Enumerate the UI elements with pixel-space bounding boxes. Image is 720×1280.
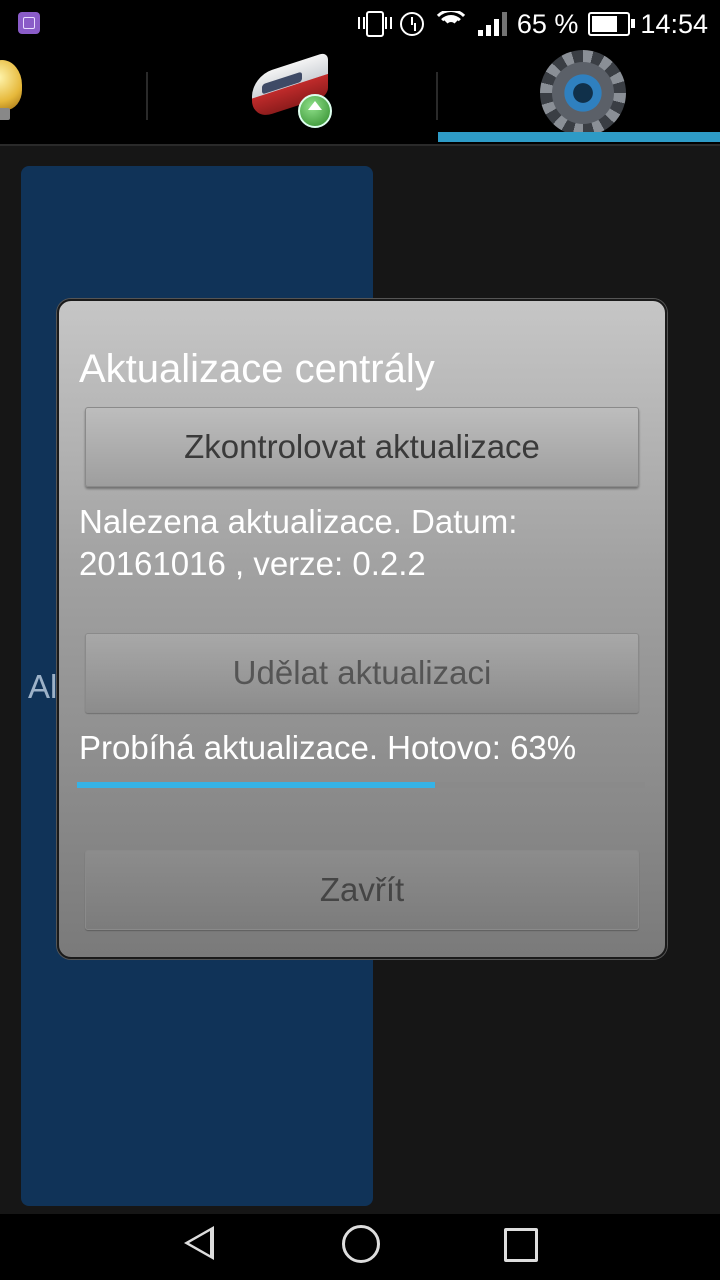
status-bar: 65 % 14:54 bbox=[0, 0, 720, 48]
selected-tab-indicator bbox=[438, 132, 720, 142]
progress-bar-fill bbox=[77, 782, 435, 788]
battery-percent: 65 % bbox=[516, 8, 579, 39]
navigation-bar bbox=[0, 1214, 720, 1280]
recent-apps-icon[interactable] bbox=[504, 1228, 538, 1262]
wifi-icon bbox=[433, 11, 468, 37]
signal-icon bbox=[477, 12, 507, 36]
tab-settings[interactable] bbox=[438, 48, 720, 144]
tab-lights[interactable] bbox=[0, 48, 146, 144]
lightbulb-icon bbox=[0, 60, 22, 110]
battery-icon bbox=[588, 12, 636, 36]
tab-bar bbox=[0, 48, 720, 144]
close-button[interactable]: Zavřít bbox=[85, 850, 639, 930]
update-found-text: Nalezena aktualizace. Datum: 20161016 , … bbox=[79, 503, 518, 582]
lightbulb-base bbox=[0, 108, 10, 120]
vibrate-icon bbox=[357, 11, 392, 37]
progress-status-text: Probíhá aktualizace. Hotovo: 63% bbox=[79, 729, 577, 766]
update-dialog: Aktualizace centrály Zkontrolovat aktual… bbox=[57, 299, 667, 959]
status-icons: 65 % 14:54 bbox=[357, 0, 708, 48]
perform-update-button[interactable]: Udělat aktualizaci bbox=[85, 633, 639, 713]
home-icon[interactable] bbox=[342, 1225, 380, 1263]
progress-bar bbox=[77, 782, 645, 788]
dialog-title: Aktualizace centrály bbox=[79, 347, 435, 391]
back-icon[interactable] bbox=[184, 1226, 214, 1260]
update-arrow-icon bbox=[298, 94, 332, 128]
gear-hub bbox=[552, 62, 614, 124]
alarm-icon bbox=[399, 12, 424, 36]
check-updates-button[interactable]: Zkontrolovat aktualizace bbox=[85, 407, 639, 487]
tab-trains[interactable] bbox=[148, 48, 436, 144]
background-label: Al bbox=[28, 668, 58, 705]
gallery-notification-icon bbox=[18, 12, 40, 34]
clock: 14:54 bbox=[640, 8, 708, 39]
